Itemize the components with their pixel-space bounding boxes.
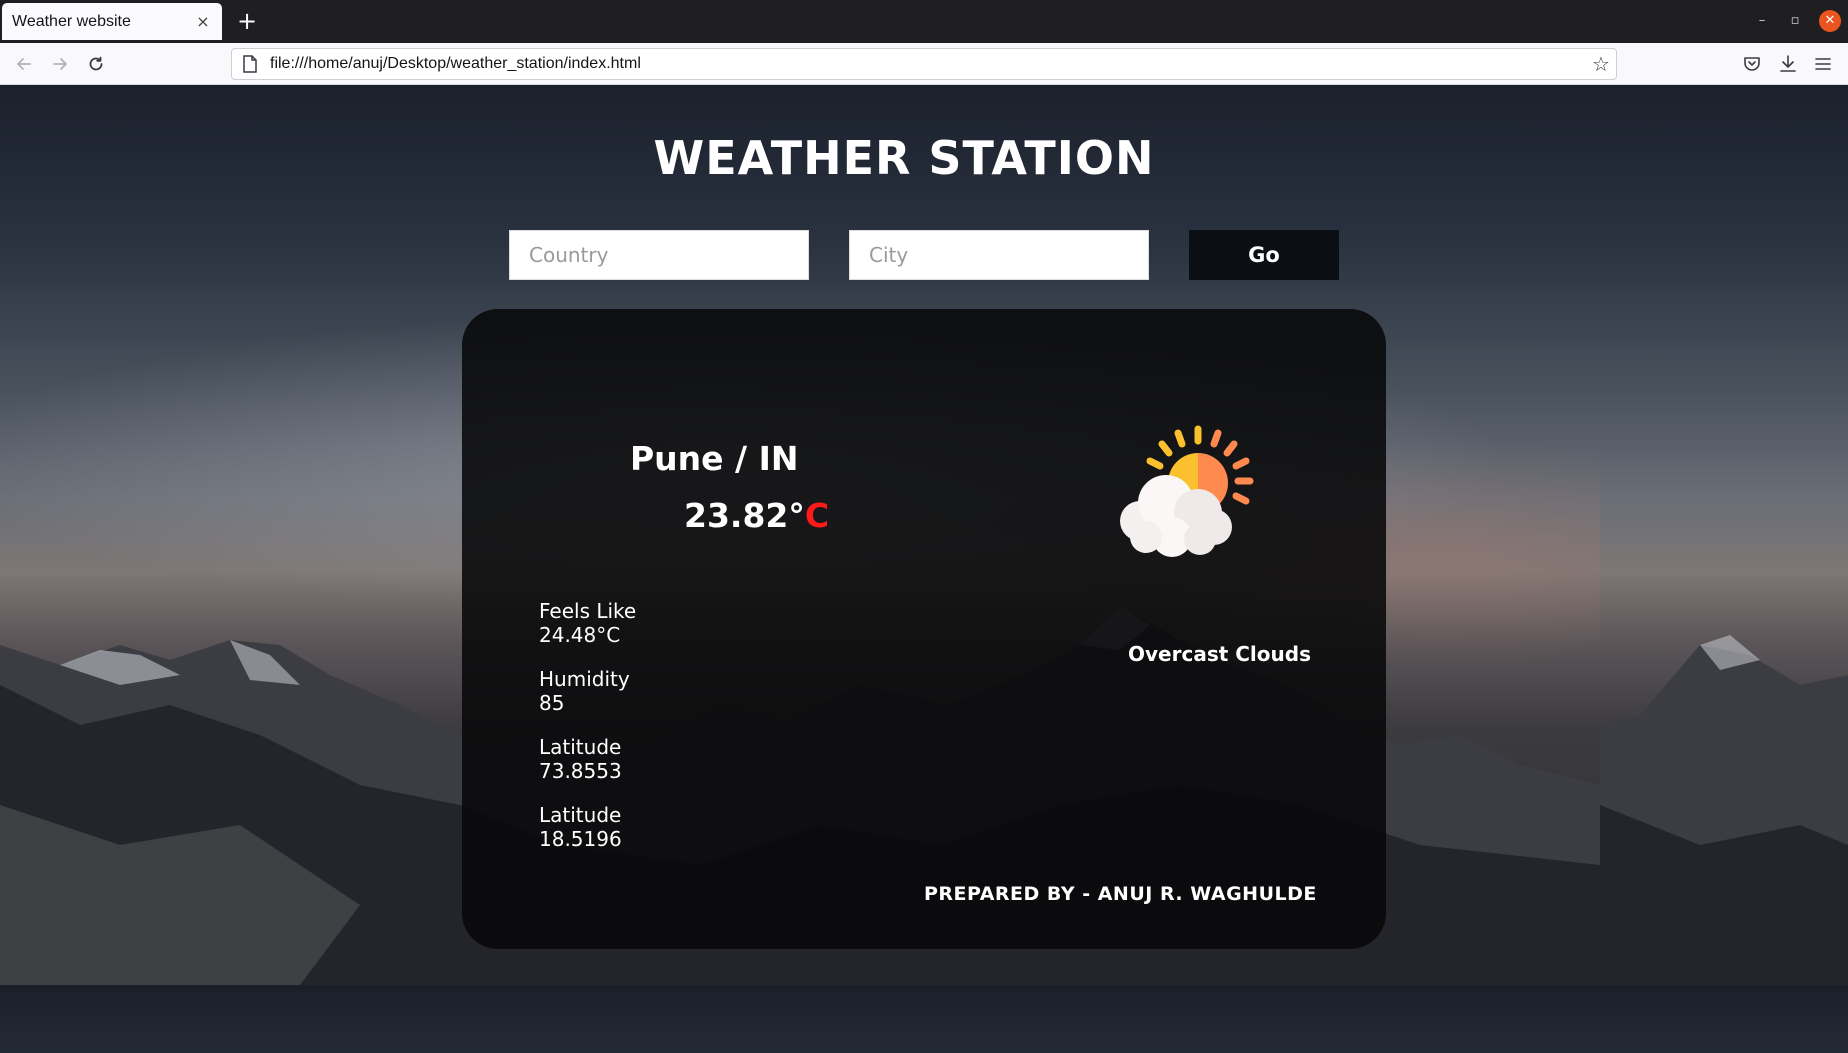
credit-footer: PREPARED BY - ANUJ R. WAGHULDE bbox=[924, 883, 1317, 905]
latitude-value-1: 73.8553 bbox=[539, 759, 622, 783]
country-input[interactable] bbox=[509, 230, 809, 280]
tab-close-icon[interactable]: × bbox=[194, 12, 212, 31]
weather-card: Pune / IN 23.82°C Feels Like 24.48°C Hum… bbox=[462, 309, 1386, 949]
bookmark-star-icon[interactable]: ☆ bbox=[1586, 52, 1616, 76]
reload-icon bbox=[89, 56, 103, 71]
go-button[interactable]: Go bbox=[1189, 230, 1339, 280]
weather-description: Overcast Clouds bbox=[1128, 642, 1311, 666]
pocket-icon[interactable] bbox=[1740, 52, 1764, 76]
menu-icon[interactable] bbox=[1811, 52, 1835, 76]
latitude-label-1: Latitude bbox=[539, 735, 622, 759]
temperature-value: 23.82° bbox=[684, 496, 805, 535]
temperature-unit: C bbox=[804, 496, 830, 535]
forward-button[interactable] bbox=[47, 51, 73, 77]
feels-like-value: 24.48°C bbox=[539, 623, 621, 647]
feels-like-label: Feels Like bbox=[539, 599, 637, 623]
feels-like-stat: Feels Like 24.48°C bbox=[539, 599, 636, 647]
download-icon[interactable] bbox=[1776, 52, 1800, 76]
page-icon bbox=[243, 55, 257, 73]
city-input[interactable] bbox=[849, 230, 1149, 280]
latitude-stat-2: Latitude 18.5196 bbox=[539, 803, 622, 851]
back-button[interactable] bbox=[11, 51, 37, 77]
partly-cloudy-icon bbox=[1120, 425, 1254, 557]
humidity-label: Humidity bbox=[539, 667, 630, 691]
url-bar[interactable]: file:///home/anuj/Desktop/weather_statio… bbox=[231, 48, 1617, 80]
latitude-label-2: Latitude bbox=[539, 803, 622, 827]
latitude-value-2: 18.5196 bbox=[539, 827, 622, 851]
location-heading: Pune / IN bbox=[630, 439, 799, 478]
page-title: WEATHER STATION bbox=[653, 131, 1155, 185]
humidity-stat: Humidity 85 bbox=[539, 667, 630, 715]
tab-title: Weather website bbox=[12, 12, 131, 30]
window-close-button[interactable]: ✕ bbox=[1819, 10, 1841, 32]
browser-tab[interactable]: Weather website × bbox=[2, 3, 222, 40]
new-tab-button[interactable]: + bbox=[233, 7, 261, 35]
arrow-left-icon bbox=[17, 58, 31, 70]
temperature: 23.82°C bbox=[684, 496, 829, 535]
window-minimize-button[interactable]: – bbox=[1751, 10, 1773, 32]
browser-tab-bar: Weather website × + – ▫ ✕ bbox=[0, 0, 1848, 43]
page-viewport: WEATHER STATION Go Pune / IN 23.82°C Fee… bbox=[0, 85, 1848, 1053]
arrow-right-icon bbox=[53, 58, 67, 70]
browser-nav-bar: file:///home/anuj/Desktop/weather_statio… bbox=[0, 43, 1848, 85]
latitude-stat-1: Latitude 73.8553 bbox=[539, 735, 622, 783]
reload-button[interactable] bbox=[83, 51, 109, 77]
humidity-value: 85 bbox=[539, 691, 565, 715]
background-repeat-strip bbox=[0, 985, 1848, 1053]
window-restore-button[interactable]: ▫ bbox=[1784, 10, 1806, 32]
url-text[interactable]: file:///home/anuj/Desktop/weather_statio… bbox=[270, 55, 1586, 73]
